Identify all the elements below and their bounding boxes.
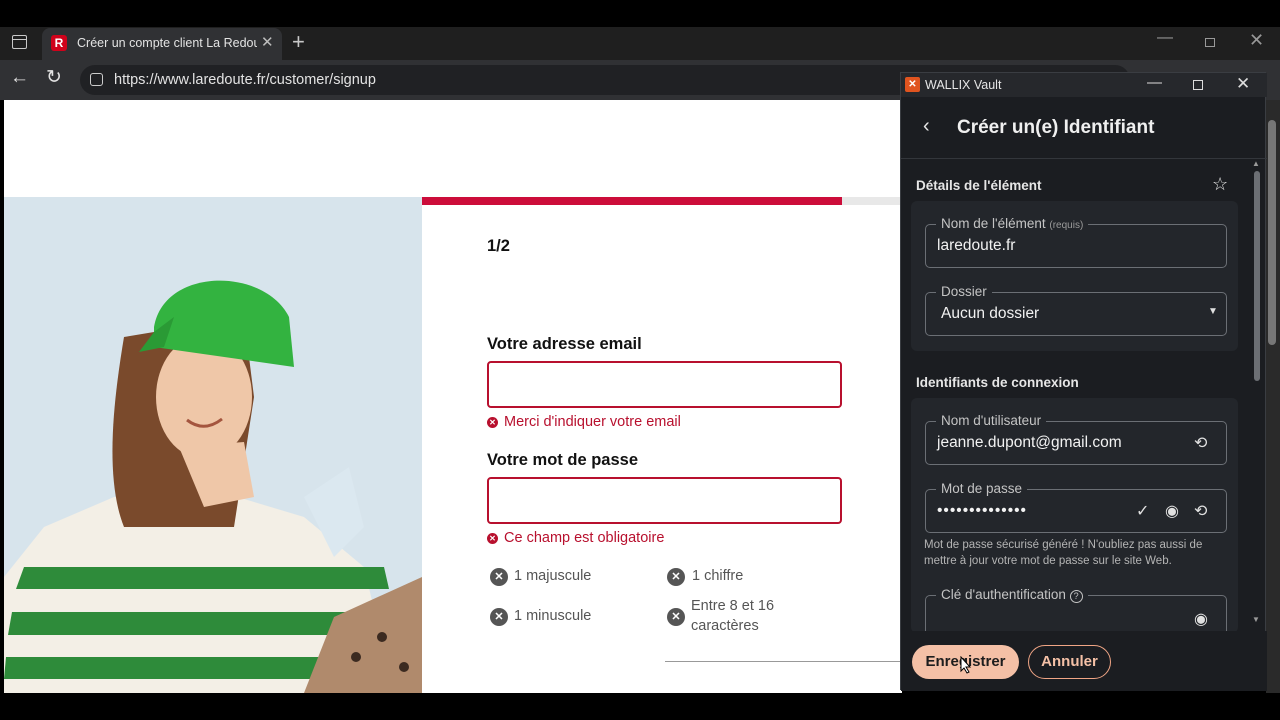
model-photo — [4, 197, 422, 693]
vault-maximize-icon[interactable] — [1193, 80, 1203, 90]
password-hint: Mot de passe sécurisé généré ! N'oubliez… — [924, 539, 1203, 567]
url-text[interactable]: https://www.laredoute.fr/customer/signup — [114, 72, 376, 88]
new-tab-icon[interactable]: + — [292, 29, 305, 55]
email-error: ✕ Merci d'indiquer votre email — [487, 414, 681, 430]
browser-tab-bar: R Créer un compte client La Redoute ✕ + … — [0, 27, 1280, 60]
vault-password-value[interactable]: •••••••••••••• — [937, 502, 1027, 520]
email-input[interactable] — [487, 361, 842, 408]
signup-progress-fill — [422, 197, 842, 205]
tab-overview-icon[interactable] — [12, 35, 27, 49]
section-credentials-title: Identifiants de connexion — [916, 375, 1079, 390]
item-name-value[interactable]: laredoute.fr — [937, 237, 1015, 255]
site-info-icon[interactable] — [90, 73, 103, 86]
generate-username-icon[interactable]: ⟲ — [1194, 433, 1207, 453]
window-close-icon[interactable]: ✕ — [1249, 30, 1264, 51]
auth-key-label: Clé d'authentification ? — [936, 587, 1088, 603]
rule-digit: 1 chiffre — [692, 568, 744, 584]
username-value[interactable]: jeanne.dupont@gmail.com — [937, 434, 1122, 452]
window-minimize-icon[interactable]: — — [1157, 29, 1173, 47]
vault-minimize-icon[interactable]: — — [1147, 74, 1162, 91]
tab-title: Créer un compte client La Redoute — [77, 36, 257, 50]
scroll-down-arrow-icon[interactable]: ▼ — [1252, 615, 1260, 624]
tab-close-icon[interactable]: ✕ — [261, 33, 274, 51]
vault-titlebar: ✕ WALLIX Vault — ✕ — [901, 73, 1267, 97]
vault-password-label: Mot de passe — [936, 481, 1028, 496]
rule-length-line2: caractères — [691, 618, 759, 634]
vault-footer: Enregistrer Annuler — [901, 631, 1267, 691]
separator — [665, 661, 902, 662]
email-label: Votre adresse email — [487, 335, 642, 353]
password-input[interactable] — [487, 477, 842, 524]
web-page: 1/2 Votre adresse email ✕ Merci d'indique… — [4, 100, 902, 693]
step-indicator: 1/2 — [487, 237, 510, 255]
folder-label: Dossier — [936, 284, 992, 299]
page-scrollbar-thumb[interactable] — [1268, 120, 1276, 345]
item-name-label: Nom de l'élément (requis) — [936, 216, 1089, 231]
window-restore-icon[interactable] — [1205, 38, 1215, 47]
rule-uppercase: 1 majuscule — [514, 568, 592, 584]
rule-unmet-icon: ✕ — [667, 568, 685, 586]
rule-unmet-icon: ✕ — [490, 608, 508, 626]
vault-header: ‹ Créer un(e) Identifiant — [901, 97, 1267, 159]
help-icon: ? — [1069, 590, 1083, 603]
vault-close-icon[interactable]: ✕ — [1236, 74, 1250, 94]
wallix-logo-icon: ✕ — [905, 77, 920, 92]
screen: R Créer un compte client La Redoute ✕ + … — [0, 0, 1280, 720]
password-label: Votre mot de passe — [487, 451, 638, 469]
rule-unmet-icon: ✕ — [667, 608, 685, 626]
password-error-text: Ce champ est obligatoire — [504, 530, 665, 546]
laredoute-favicon-icon: R — [51, 35, 67, 51]
rule-length-line1: Entre 8 et 16 — [691, 598, 775, 614]
vault-window: ✕ WALLIX Vault — ✕ ‹ Créer un(e) Identif… — [900, 72, 1267, 691]
username-field[interactable]: Nom d'utilisateur jeanne.dupont@gmail.co… — [925, 413, 1227, 465]
email-error-text: Merci d'indiquer votre email — [504, 414, 681, 430]
page-scrollbar[interactable] — [1266, 100, 1280, 693]
username-label: Nom d'utilisateur — [936, 413, 1047, 428]
back-arrow-icon[interactable]: ← — [10, 67, 29, 89]
password-field[interactable]: Mot de passe •••••••••••••• ✓ ◉ ⟲ — [925, 481, 1227, 533]
folder-value[interactable]: Aucun dossier — [941, 305, 1039, 323]
password-error: ✕ Ce champ est obligatoire — [487, 530, 664, 546]
rule-lowercase: 1 minuscule — [514, 608, 592, 624]
mouse-cursor-icon — [960, 656, 972, 674]
vault-app-title: WALLIX Vault — [925, 78, 1002, 92]
error-icon: ✕ — [487, 417, 498, 428]
dropdown-caret-icon[interactable]: ▼ — [1208, 306, 1218, 317]
signup-progress-bar — [422, 197, 902, 205]
scroll-up-arrow-icon[interactable]: ▲ — [1252, 159, 1260, 168]
error-icon: ✕ — [487, 533, 498, 544]
back-chevron-icon[interactable]: ‹ — [923, 115, 930, 138]
cancel-button[interactable]: Annuler — [1028, 645, 1111, 679]
show-auth-key-eye-icon[interactable]: ◉ — [1194, 609, 1208, 629]
item-name-field[interactable]: Nom de l'élément (requis) laredoute.fr — [925, 216, 1227, 268]
check-password-icon[interactable]: ✓ — [1136, 501, 1149, 521]
rule-unmet-icon: ✕ — [490, 568, 508, 586]
section-details-title: Détails de l'élément — [916, 178, 1042, 193]
browser-tab[interactable]: R Créer un compte client La Redoute ✕ — [42, 28, 282, 60]
reload-icon[interactable]: ↻ — [46, 66, 62, 89]
generate-password-icon[interactable]: ⟲ — [1194, 501, 1207, 521]
vault-scrollbar-thumb[interactable] — [1254, 171, 1260, 381]
favorite-star-icon[interactable]: ☆ — [1212, 174, 1228, 195]
folder-select[interactable]: Dossier Aucun dossier ▼ — [925, 284, 1227, 336]
show-password-eye-icon[interactable]: ◉ — [1165, 501, 1179, 521]
vault-heading: Créer un(e) Identifiant — [957, 117, 1155, 138]
